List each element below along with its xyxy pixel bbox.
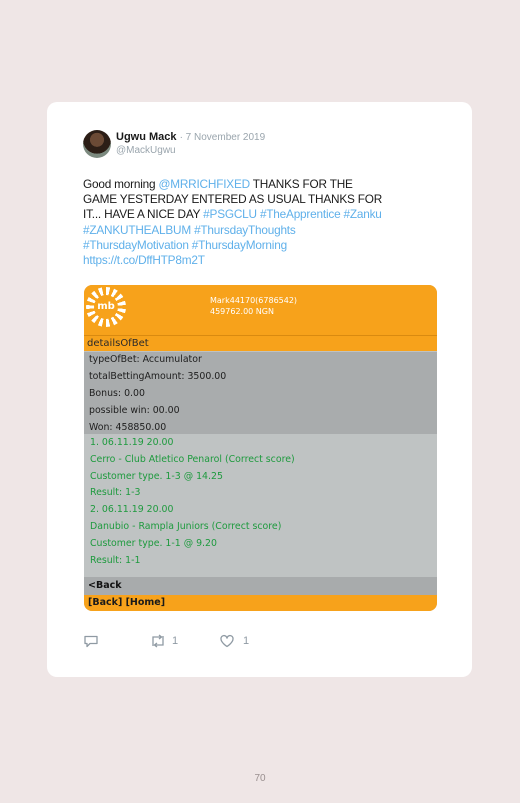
tweet-text-line: https://t.co/DffHTP8m2T — [83, 253, 439, 268]
tweet-card: Ugwu Mack · 7 November 2019 @MackUgwu Go… — [47, 102, 472, 677]
bet-line: Customer type. 1-3 @ 14.25 — [90, 471, 223, 482]
hashtag-link[interactable]: #ThursdayThoughts — [194, 223, 296, 237]
reply-button[interactable] — [83, 633, 99, 649]
retweet-icon — [152, 634, 164, 648]
bet-line: 1. 06.11.19 20.00 — [90, 437, 174, 448]
tweet-actions: 1 1 — [83, 633, 283, 649]
details-title: detailsOfBet — [84, 335, 437, 351]
summary-line: Won: 458850.00 — [89, 422, 167, 433]
hashtag-link[interactable]: #Zanku — [344, 207, 382, 221]
retweet-button[interactable]: 1 — [149, 633, 178, 649]
bet-selections: 1. 06.11.19 20.00 Cerro - Club Atletico … — [84, 434, 437, 577]
back-link: <Back — [84, 577, 437, 595]
bet-line: Customer type. 1-1 @ 9.20 — [90, 538, 217, 549]
logo-text: mb — [94, 295, 118, 319]
url-link[interactable]: https://t.co/DffHTP8m2T — [83, 253, 205, 267]
tweet-text-segment: THANKS FOR THE — [249, 177, 353, 191]
bet-line: Result: 1-3 — [90, 487, 141, 498]
tweet-text-line: #ZANKUTHEALBUM #ThursdayThoughts — [83, 223, 439, 238]
author-name[interactable]: Ugwu Mack · 7 November 2019 — [116, 131, 265, 143]
tweet-text-line: GAME YESTERDAY ENTERED AS USUAL THANKS F… — [83, 192, 439, 207]
tweet-text: Good morning @MRRICHFIXED THANKS FOR THE… — [83, 177, 439, 268]
summary-line: typeOfBet: Accumulator — [89, 354, 202, 365]
tweet-text-segment: Good morning — [83, 177, 159, 191]
mention-link[interactable]: @MRRICHFIXED — [158, 177, 250, 191]
bet-line: Danubio - Rampla Juniors (Correct score) — [90, 521, 282, 532]
hashtag-link[interactable]: #ZANKUTHEALBUM — [83, 223, 191, 237]
bet-line: Cerro - Club Atletico Penarol (Correct s… — [90, 454, 295, 465]
hashtag-link[interactable]: #ThursdayMorning — [192, 238, 287, 252]
attached-image[interactable]: mb Mark44170(6786542) 459762.00 NGN deta… — [84, 285, 437, 611]
tweet-text-segment: IT... HAVE A NICE DAY — [83, 207, 204, 222]
account-balance: 459762.00 NGN — [210, 307, 274, 316]
author-name-text[interactable]: Ugwu Mack — [116, 131, 177, 143]
summary-line: totalBettingAmount: 3500.00 — [89, 371, 227, 382]
hashtag-link[interactable]: #ThursdayMotivation — [83, 238, 189, 252]
tweet-text-line: Good morning @MRRICHFIXED THANKS FOR THE — [83, 177, 439, 192]
page-number: 70 — [254, 773, 266, 784]
avatar[interactable] — [83, 130, 111, 158]
nav-links: [Back] [Home] — [84, 595, 437, 611]
reply-icon — [84, 635, 98, 648]
like-icon — [220, 634, 234, 648]
bookmaker-logo-icon: mb — [86, 287, 126, 327]
image-header: mb Mark44170(6786542) 459762.00 NGN — [84, 285, 437, 335]
tweet-text-segment: GAME YESTERDAY ENTERED AS USUAL THANKS F… — [83, 192, 383, 207]
retweet-count: 1 — [172, 635, 179, 647]
account-id: Mark44170(6786542) — [210, 296, 298, 305]
summary-line: possible win: 00.00 — [89, 405, 180, 416]
author-handle[interactable]: @MackUgwu — [116, 145, 176, 156]
bet-summary: typeOfBet: Accumulator totalBettingAmoun… — [84, 352, 437, 434]
bet-line: 2. 06.11.19 20.00 — [90, 504, 174, 515]
like-button[interactable]: 1 — [219, 633, 249, 649]
tweet-text-line: IT... HAVE A NICE DAY #PSGCLU #TheAppren… — [83, 207, 439, 222]
summary-line: Bonus: 0.00 — [89, 388, 145, 399]
tweet-date[interactable]: · 7 November 2019 — [180, 132, 266, 143]
hashtag-link[interactable]: #TheApprentice — [260, 207, 341, 221]
tweet-text-line: #ThursdayMotivation #ThursdayMorning — [83, 238, 439, 253]
account-info: Mark44170(6786542) 459762.00 NGN — [210, 295, 297, 317]
hashtag-link[interactable]: #PSGCLU — [203, 207, 257, 221]
bet-line: Result: 1-1 — [90, 555, 141, 566]
like-count: 1 — [243, 635, 250, 647]
